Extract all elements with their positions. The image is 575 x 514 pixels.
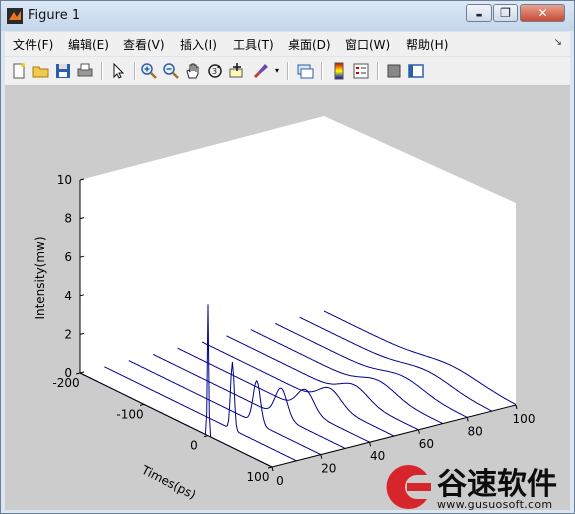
- toolbar: 3 ▾: [5, 57, 570, 86]
- x-tick-label: 100: [247, 470, 270, 484]
- y-tick-mark: [271, 466, 274, 472]
- data-cursor-icon[interactable]: [227, 61, 247, 81]
- y-tick-label: 80: [468, 424, 483, 438]
- zoom-out-icon[interactable]: [161, 61, 181, 81]
- menu-bar: 文件(F) 编辑(E) 查看(V) 插入(I) 工具(T) 桌面(D) 窗口(W…: [5, 32, 570, 56]
- link-plot-icon[interactable]: [295, 61, 315, 81]
- legend-icon[interactable]: [351, 61, 371, 81]
- minimize-icon: ▬: [475, 11, 483, 19]
- x-tick-mark: [75, 372, 81, 375]
- menu-help[interactable]: 帮助(H): [406, 36, 448, 53]
- brush-icon[interactable]: [251, 61, 271, 81]
- x-axis-label: Times(ps): [139, 462, 199, 502]
- print-icon[interactable]: [75, 61, 95, 81]
- menu-edit[interactable]: 编辑(E): [68, 36, 109, 53]
- menu-tools[interactable]: 工具(T): [233, 36, 274, 53]
- x-tick-label: 0: [190, 439, 198, 453]
- z-tick-label: 8: [64, 212, 72, 226]
- watermark-logo: [386, 465, 431, 509]
- y-tick-mark: [515, 404, 518, 410]
- z-tick-label: 4: [64, 289, 72, 303]
- x-tick-mark: [203, 435, 209, 438]
- z-tick-label: 0: [64, 366, 72, 380]
- y-tick-label: 100: [513, 412, 536, 426]
- y-tick-label: 60: [419, 437, 434, 451]
- watermark-brand: 谷速软件: [437, 467, 557, 502]
- figure-canvas: -200 -100 0 100 0 20 40 60 80 100 0 2 4 6 8 10 Times(ps)…: [5, 86, 570, 510]
- y-tick-label: 20: [321, 462, 336, 476]
- minimize-button[interactable]: ▬: [466, 4, 492, 22]
- close-icon: ✕: [537, 6, 548, 20]
- y-tick-mark: [369, 442, 372, 447]
- plot-3d[interactable]: -200-1000100 0204060801000246810Times(ps)…: [5, 86, 570, 510]
- y-tick-label: 0: [276, 474, 284, 488]
- menu-desktop[interactable]: 桌面(D): [288, 36, 331, 53]
- z-tick-label: 2: [64, 327, 72, 341]
- x-tick-mark: [267, 466, 273, 469]
- zoom-in-icon[interactable]: [139, 61, 159, 81]
- maximize-button[interactable]: ❐: [493, 4, 518, 22]
- menu-file[interactable]: 文件(F): [13, 36, 53, 53]
- menu-window[interactable]: 窗口(W): [345, 36, 390, 53]
- close-button[interactable]: ✕: [520, 4, 565, 22]
- y-tick-mark: [466, 417, 469, 422]
- svg-text:3: 3: [212, 67, 217, 76]
- axis-background: [80, 116, 516, 467]
- menu-insert[interactable]: 插入(I): [180, 36, 217, 53]
- show-plot-tools-icon[interactable]: [406, 61, 426, 81]
- matlab-icon: [7, 8, 23, 24]
- figure-window: Figure 1 ▬ ❐ ✕ 文件(F) 编辑(E) 查看(V) 插入(I) 工…: [0, 0, 575, 514]
- window-title: Figure 1: [28, 8, 81, 23]
- save-icon[interactable]: [53, 61, 73, 81]
- menu-overflow-icon[interactable]: ↘: [554, 37, 562, 48]
- edit-plot-arrow-icon[interactable]: [108, 61, 128, 81]
- z-tick-label: 10: [57, 173, 72, 187]
- brush-dropdown-icon[interactable]: ▾: [275, 66, 279, 75]
- title-bar[interactable]: Figure 1 ▬ ❐ ✕: [1, 1, 574, 31]
- y-tick-mark: [320, 454, 323, 459]
- pan-hand-icon[interactable]: [183, 61, 203, 81]
- hide-plot-tools-icon[interactable]: [384, 61, 404, 81]
- colorbar-icon[interactable]: [329, 61, 349, 81]
- rotate-3d-icon[interactable]: 3: [205, 61, 225, 81]
- y-tick-mark: [417, 429, 420, 434]
- maximize-icon: ❐: [500, 6, 511, 20]
- z-tick-label: 6: [64, 250, 72, 264]
- z-axis-label: Intensity(mw): [33, 236, 47, 319]
- open-file-icon[interactable]: [31, 61, 51, 81]
- x-tick-label: -100: [116, 407, 143, 421]
- new-figure-icon[interactable]: [9, 61, 29, 81]
- x-tick-mark: [139, 403, 145, 406]
- menu-view[interactable]: 查看(V): [123, 36, 165, 53]
- watermark-url: www.gusuosoft.com: [437, 498, 553, 511]
